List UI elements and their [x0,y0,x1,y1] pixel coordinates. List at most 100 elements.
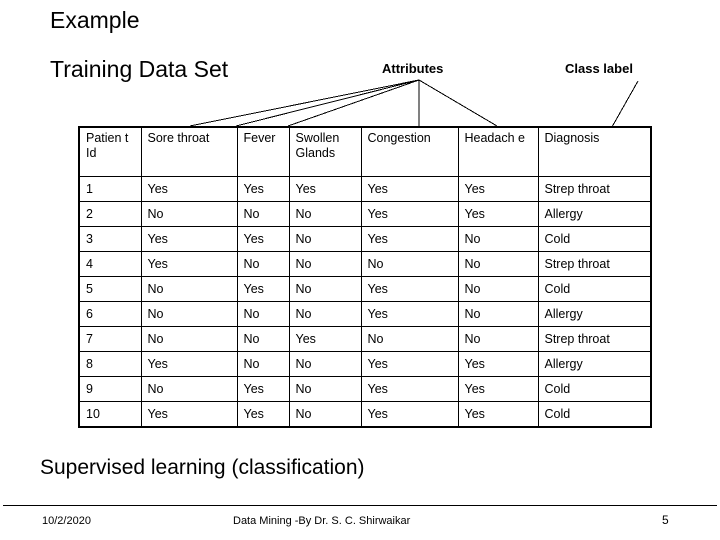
cell-congestion: Yes [360,276,459,302]
cell-diagnosis: Cold [537,226,652,252]
leader-line-swollen [287,79,420,127]
cell-sore-throat: No [140,326,238,352]
table-row: 1 Yes Yes Yes Yes Yes Strep throat [78,176,652,202]
cell-fever: No [236,351,290,377]
column-header-congestion: Congestion [360,126,459,177]
table-header-row: Patien t Id Sore throat Fever Swollen Gl… [78,126,652,177]
footer-divider [3,505,717,506]
cell-fever: Yes [236,176,290,202]
cell-fever: No [236,251,290,277]
cell-headache: Yes [457,376,539,402]
cell-patient-id: 1 [78,176,142,202]
leader-line-sore-throat [189,79,420,127]
cell-swollen-glands: Yes [288,176,362,202]
table-row: 10 Yes Yes No Yes Yes Cold [78,401,652,428]
cell-patient-id: 3 [78,226,142,252]
cell-patient-id: 10 [78,401,142,428]
cell-congestion: Yes [360,351,459,377]
cell-patient-id: 5 [78,276,142,302]
cell-congestion: No [360,251,459,277]
table-row: 6 No No No Yes No Allergy [78,301,652,327]
footer-page-number: 5 [662,513,669,527]
cell-patient-id: 2 [78,201,142,227]
cell-diagnosis: Allergy [537,201,652,227]
leader-line-fever [235,79,420,127]
cell-sore-throat: Yes [140,176,238,202]
cell-diagnosis: Strep throat [537,251,652,277]
slide-caption: Supervised learning (classification) [40,456,365,479]
cell-congestion: Yes [360,376,459,402]
table-body: 1 Yes Yes Yes Yes Yes Strep throat 2 No … [78,176,652,428]
cell-swollen-glands: No [288,201,362,227]
cell-swollen-glands: No [288,251,362,277]
cell-diagnosis: Cold [537,276,652,302]
cell-headache: No [457,226,539,252]
cell-congestion: Yes [360,301,459,327]
table-row: 5 No Yes No Yes No Cold [78,276,652,302]
column-header-patient-id: Patien t Id [78,126,142,177]
cell-swollen-glands: No [288,226,362,252]
column-header-fever: Fever [236,126,290,177]
slide-subtitle: Training Data Set [50,56,229,82]
cell-fever: No [236,201,290,227]
cell-patient-id: 4 [78,251,142,277]
cell-fever: Yes [236,376,290,402]
attributes-callout-label: Attributes [382,61,444,76]
cell-fever: No [236,301,290,327]
cell-headache: Yes [457,351,539,377]
cell-fever: No [236,326,290,352]
cell-sore-throat: Yes [140,251,238,277]
cell-sore-throat: No [140,276,238,302]
column-header-headache: Headach e [457,126,539,177]
cell-fever: Yes [236,401,290,428]
column-header-diagnosis: Diagnosis [537,126,652,177]
page-title: Example [50,7,140,33]
cell-diagnosis: Strep throat [537,326,652,352]
cell-swollen-glands: No [288,276,362,302]
cell-headache: No [457,276,539,302]
cell-headache: No [457,301,539,327]
cell-congestion: Yes [360,176,459,202]
cell-sore-throat: No [140,201,238,227]
table-row: 4 Yes No No No No Strep throat [78,251,652,277]
cell-diagnosis: Strep throat [537,176,652,202]
cell-headache: Yes [457,176,539,202]
cell-patient-id: 9 [78,376,142,402]
cell-swollen-glands: No [288,401,362,428]
cell-swollen-glands: Yes [288,326,362,352]
cell-sore-throat: Yes [140,401,238,428]
cell-headache: Yes [457,201,539,227]
cell-congestion: Yes [360,401,459,428]
cell-sore-throat: No [140,301,238,327]
cell-diagnosis: Cold [537,376,652,402]
class-label-callout-label: Class label [565,61,633,76]
cell-congestion: Yes [360,201,459,227]
footer-date: 10/2/2020 [42,515,91,527]
cell-diagnosis: Allergy [537,301,652,327]
cell-headache: Yes [457,401,539,428]
table-row: 8 Yes No No Yes Yes Allergy [78,351,652,377]
cell-headache: No [457,326,539,352]
leader-line-headache [418,79,498,127]
cell-congestion: Yes [360,226,459,252]
cell-patient-id: 6 [78,301,142,327]
cell-diagnosis: Cold [537,401,652,428]
cell-swollen-glands: No [288,301,362,327]
cell-sore-throat: Yes [140,226,238,252]
cell-patient-id: 8 [78,351,142,377]
training-data-table: Patien t Id Sore throat Fever Swollen Gl… [78,126,652,428]
table-row: 2 No No No Yes Yes Allergy [78,201,652,227]
cell-fever: Yes [236,226,290,252]
table-row: 9 No Yes No Yes Yes Cold [78,376,652,402]
table-row: 3 Yes Yes No Yes No Cold [78,226,652,252]
footer-attribution: Data Mining -By Dr. S. C. Shirwaikar [233,515,411,527]
cell-diagnosis: Allergy [537,351,652,377]
column-header-swollen-glands: Swollen Glands [288,126,362,177]
cell-sore-throat: Yes [140,351,238,377]
column-header-sore-throat: Sore throat [140,126,238,177]
cell-headache: No [457,251,539,277]
table-row: 7 No No Yes No No Strep throat [78,326,652,352]
cell-fever: Yes [236,276,290,302]
cell-patient-id: 7 [78,326,142,352]
cell-congestion: No [360,326,459,352]
